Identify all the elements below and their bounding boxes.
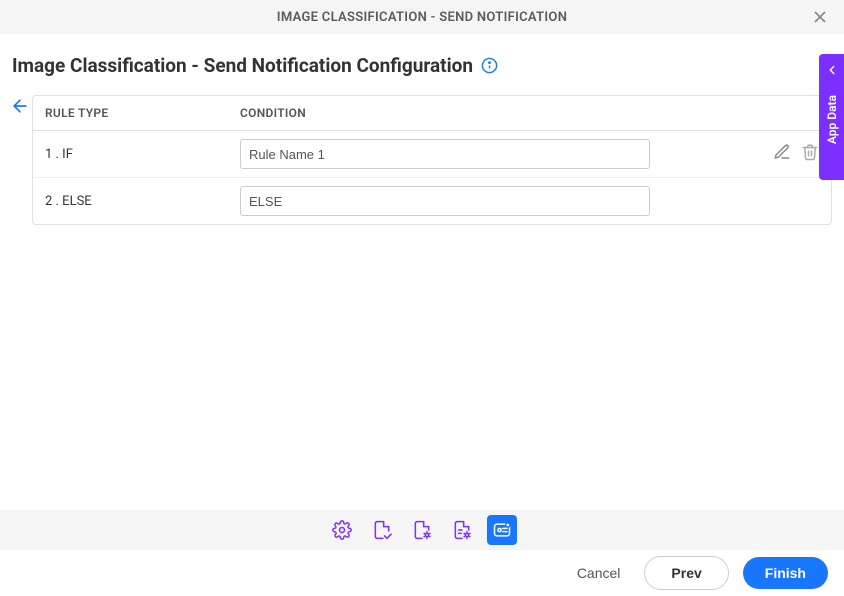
chevron-left-icon [825, 62, 839, 81]
rule-condition-cell [240, 139, 819, 169]
page-heading: Image Classification - Send Notification… [12, 54, 832, 77]
page-title: Image Classification - Send Notification… [12, 54, 473, 77]
footer-actions: Cancel Prev Finish [0, 550, 844, 596]
condition-input[interactable] [240, 186, 650, 216]
step-settings-icon[interactable] [327, 515, 357, 545]
step-doc-check-icon[interactable] [367, 515, 397, 545]
rule-type-cell: 2 . ELSE [45, 194, 240, 209]
modal-header: IMAGE CLASSIFICATION - SEND NOTIFICATION [0, 0, 844, 34]
delete-icon[interactable] [801, 143, 819, 165]
step-doc-gear-icon[interactable] [407, 515, 437, 545]
table-row: 1 . IF [33, 131, 831, 178]
wizard-steps [0, 510, 844, 550]
column-header-condition: CONDITION [240, 106, 819, 120]
finish-button[interactable]: Finish [743, 557, 828, 589]
table-row: 2 . ELSE [33, 178, 831, 224]
info-icon[interactable] [481, 57, 498, 74]
rule-condition-cell [240, 186, 819, 216]
row-actions [773, 143, 819, 165]
modal-title: IMAGE CLASSIFICATION - SEND NOTIFICATION [277, 10, 567, 25]
edit-icon[interactable] [773, 143, 791, 165]
step-doc-gear2-icon[interactable] [447, 515, 477, 545]
content-area: Image Classification - Send Notification… [0, 34, 844, 225]
rule-type-cell: 1 . IF [45, 147, 240, 162]
step-notification-icon[interactable] [487, 515, 517, 545]
column-header-ruletype: RULE TYPE [45, 106, 240, 120]
rules-table-header: RULE TYPE CONDITION [33, 96, 831, 131]
condition-input[interactable] [240, 139, 650, 169]
prev-button[interactable]: Prev [644, 556, 728, 590]
rules-table: RULE TYPE CONDITION 1 . IF 2 . ELSE [32, 95, 832, 225]
cancel-button[interactable]: Cancel [567, 557, 631, 589]
close-icon[interactable] [808, 5, 832, 29]
app-data-panel-toggle[interactable]: App Data [819, 54, 844, 180]
back-arrow-icon[interactable] [10, 96, 30, 120]
app-data-label: App Data [825, 95, 839, 144]
